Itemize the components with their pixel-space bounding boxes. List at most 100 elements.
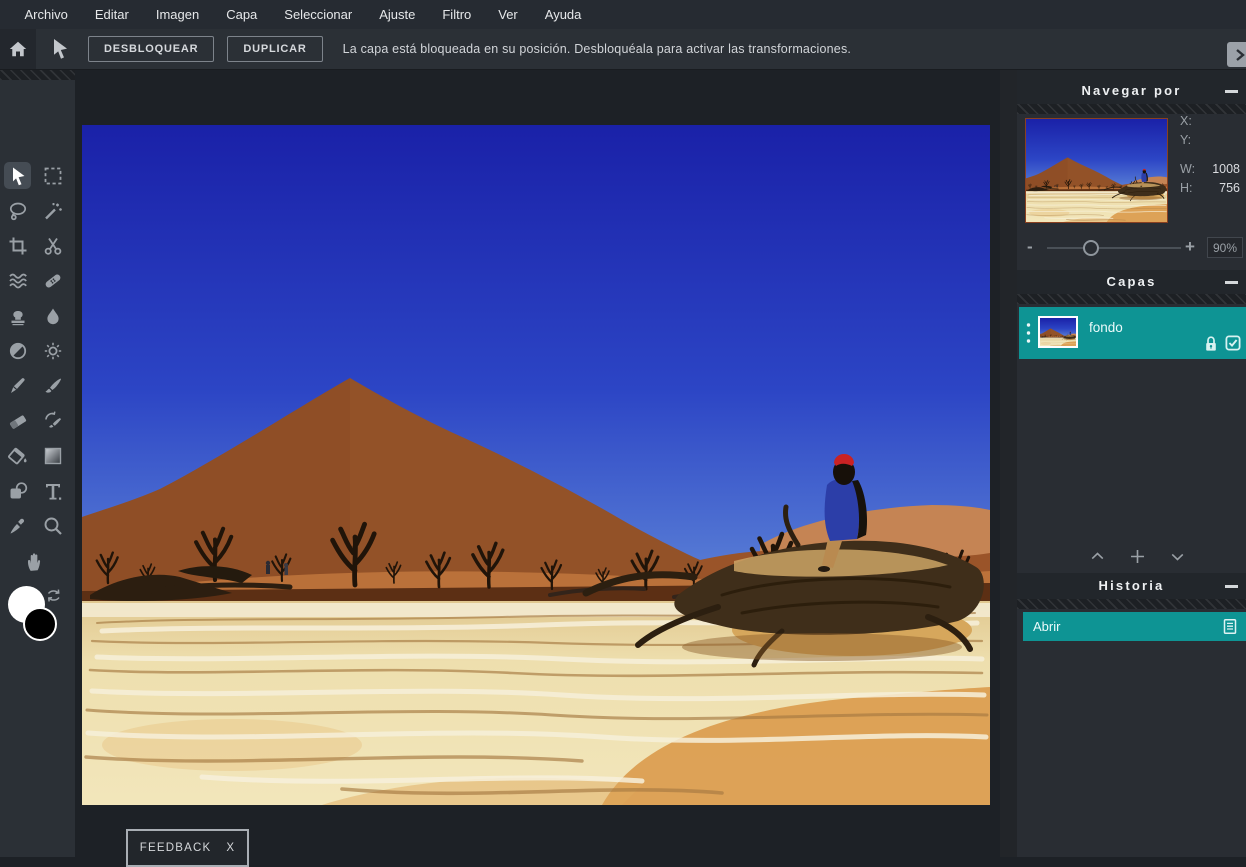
menu-item-ver[interactable]: Ver <box>485 0 532 29</box>
layer-thumbnail <box>1038 316 1078 348</box>
text-icon <box>42 480 64 502</box>
document-icon <box>1222 618 1238 635</box>
swap-colors-icon <box>46 587 62 604</box>
liquify-tool[interactable] <box>4 267 31 294</box>
cutout-tool[interactable] <box>39 232 66 259</box>
panel-divider <box>1000 70 1017 857</box>
tool-options-bar: DESBLOQUEAR DUPLICAR La capa está bloque… <box>0 29 1246 70</box>
text-tool[interactable] <box>39 477 66 504</box>
coord-y-row: Y: <box>1180 133 1240 148</box>
marquee-icon <box>42 165 64 187</box>
zoom-in-button[interactable]: + <box>1185 236 1195 258</box>
magnifier-icon <box>42 515 64 537</box>
liquify-waves-icon <box>7 270 29 292</box>
lasso-icon <box>7 200 29 222</box>
crop-tool[interactable] <box>4 232 31 259</box>
sidebar-hatch-divider <box>0 70 75 80</box>
eraser-icon <box>7 410 29 432</box>
layer-move-down-button[interactable] <box>1169 548 1186 565</box>
collapse-icon[interactable] <box>1225 90 1238 93</box>
marquee-tool[interactable] <box>39 162 66 189</box>
bandage-icon <box>42 270 64 292</box>
brush-icon <box>42 375 64 397</box>
zoom-slider-knob[interactable] <box>1083 240 1099 256</box>
hand-tool[interactable] <box>21 547 48 574</box>
clone-tool[interactable] <box>4 302 31 329</box>
menu-item-ajuste[interactable]: Ajuste <box>366 0 429 29</box>
retouch-tool[interactable] <box>39 407 66 434</box>
panel-hatch-divider <box>1017 104 1246 114</box>
layers-header[interactable]: Capas <box>1017 270 1246 294</box>
wand-tool[interactable] <box>39 197 66 224</box>
chevron-down-icon <box>1169 548 1186 565</box>
plus-icon <box>1129 548 1146 565</box>
picker-tool[interactable] <box>4 512 31 539</box>
navigator-thumbnail[interactable] <box>1025 118 1168 223</box>
canvas-image[interactable] <box>82 125 990 805</box>
coord-h-row: H: 756 <box>1180 181 1240 196</box>
toning-tool[interactable] <box>4 337 31 364</box>
swap-colors-button[interactable] <box>46 587 62 604</box>
home-button[interactable] <box>0 29 36 69</box>
eraser-tool[interactable] <box>4 407 31 434</box>
paint-bucket-icon <box>7 445 29 467</box>
layer-move-up-button[interactable] <box>1089 548 1106 565</box>
navigator-header[interactable]: Navegar por <box>1017 70 1246 104</box>
tools-sidebar <box>0 70 75 857</box>
add-layer-button[interactable] <box>1129 548 1146 565</box>
pen-tool[interactable] <box>4 372 31 399</box>
arrange-cursor-icon <box>7 165 29 187</box>
zoom-out-button[interactable]: - <box>1027 236 1033 258</box>
zoom-slider-track[interactable] <box>1047 247 1181 249</box>
coord-x-label: X: <box>1180 114 1192 129</box>
home-icon <box>8 39 28 59</box>
water-drop-icon <box>42 305 64 327</box>
menubar: Archivo Editar Imagen Capa Seleccionar A… <box>0 0 1246 29</box>
temperature-tool[interactable] <box>39 337 66 364</box>
collapse-icon[interactable] <box>1225 585 1238 588</box>
clone-stamp-icon <box>7 305 29 327</box>
coord-w-value: 1008 <box>1212 162 1240 177</box>
zoom-level-input[interactable] <box>1207 237 1243 258</box>
hand-icon <box>23 549 47 573</box>
menu-item-seleccionar[interactable]: Seleccionar <box>271 0 366 29</box>
layers-title: Capas <box>1106 274 1156 289</box>
feedback-button[interactable]: FEEDBACK X <box>126 829 249 867</box>
feedback-label: FEEDBACK <box>140 842 212 854</box>
chevron-right-icon <box>1233 47 1246 63</box>
duplicate-button[interactable]: DUPLICAR <box>227 36 322 62</box>
history-title: Historia <box>1098 578 1164 593</box>
layer-drag-handle[interactable] <box>1026 322 1031 344</box>
menu-item-filtro[interactable]: Filtro <box>429 0 485 29</box>
shape-tool[interactable] <box>4 477 31 504</box>
heal-tool[interactable] <box>39 267 66 294</box>
fill-tool[interactable] <box>4 442 31 469</box>
menu-item-archivo[interactable]: Archivo <box>11 0 81 29</box>
unlock-button[interactable]: DESBLOQUEAR <box>88 36 214 62</box>
detail-tool[interactable] <box>39 302 66 329</box>
background-color-swatch[interactable] <box>23 607 57 641</box>
coord-w-label: W: <box>1180 162 1195 177</box>
feedback-close-button[interactable]: X <box>226 842 235 854</box>
layer-name: fondo <box>1089 320 1123 335</box>
layer-visibility-checkbox[interactable] <box>1225 335 1241 351</box>
lock-icon[interactable] <box>1203 334 1219 352</box>
eyedropper-icon <box>7 515 29 537</box>
zoom-tool[interactable] <box>39 512 66 539</box>
lasso-tool[interactable] <box>4 197 31 224</box>
toggle-panel-button[interactable] <box>1227 42 1246 67</box>
collapse-icon[interactable] <box>1225 281 1238 284</box>
gradient-tool[interactable] <box>39 442 66 469</box>
panel-hatch-divider <box>1017 294 1246 304</box>
menu-item-imagen[interactable]: Imagen <box>142 0 212 29</box>
history-header[interactable]: Historia <box>1017 573 1246 599</box>
menu-item-editar[interactable]: Editar <box>81 0 142 29</box>
menu-item-capa[interactable]: Capa <box>213 0 271 29</box>
pen-icon <box>7 375 29 397</box>
layer-row-fondo[interactable]: fondo <box>1019 307 1246 359</box>
right-panel: Navegar por X: Y: W: 1008 H: 756 - + Cap… <box>1017 70 1246 857</box>
draw-tool[interactable] <box>39 372 66 399</box>
arrange-tool[interactable] <box>4 162 31 189</box>
menu-item-ayuda[interactable]: Ayuda <box>531 0 595 29</box>
history-item-abrir[interactable]: Abrir <box>1023 612 1246 641</box>
